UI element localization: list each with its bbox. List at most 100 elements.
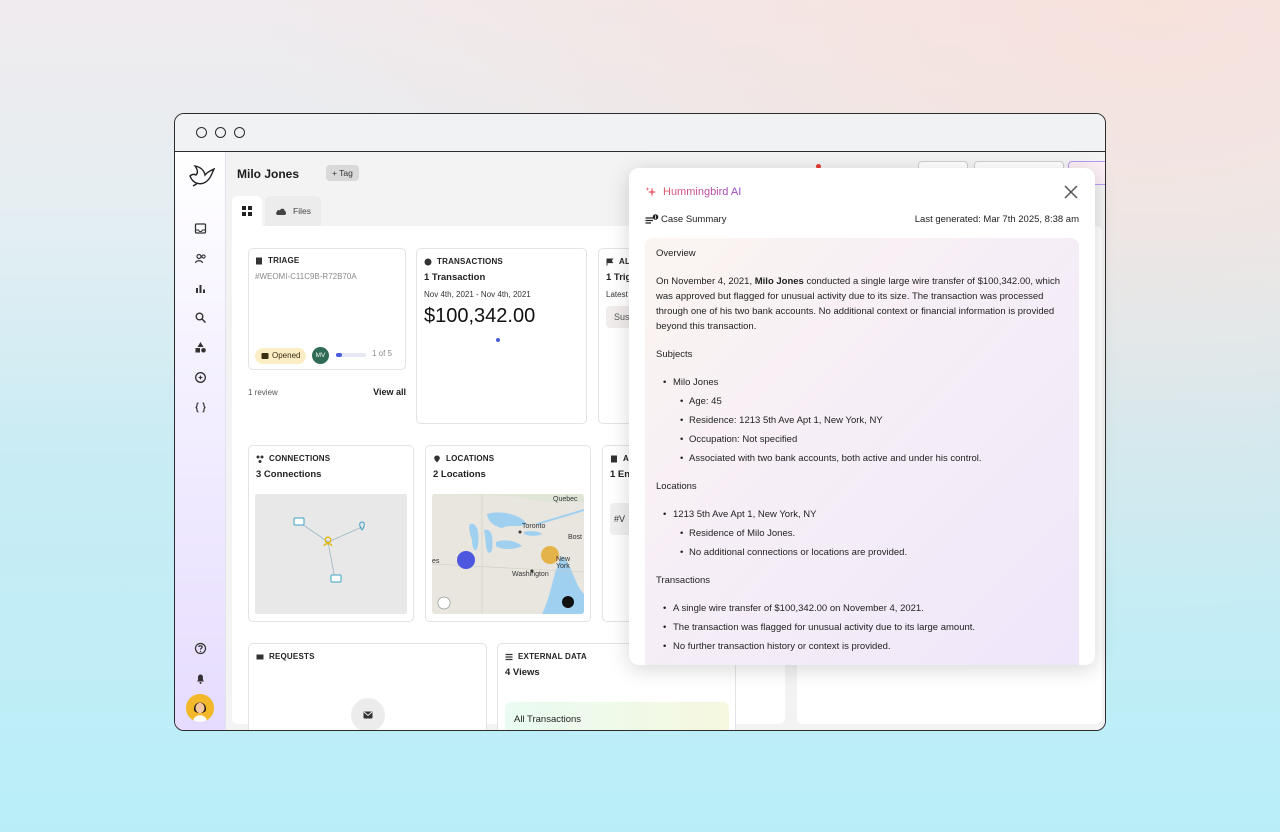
view-all-transactions[interactable]: All Transactions [505, 702, 729, 730]
tab-files-label: Files [293, 206, 311, 216]
trigger-count: 1 Trig [606, 272, 632, 283]
network-icon [256, 455, 264, 463]
connection-graph[interactable] [255, 494, 407, 614]
external-data-title: EXTERNAL DATA [518, 652, 587, 661]
summary-content: Overview On November 4, 2021, Milo Jones… [645, 238, 1079, 665]
inbox-icon[interactable] [192, 220, 208, 236]
locations-card[interactable]: LOCATIONS 2 Locations Quebec Toronto Bos… [425, 445, 591, 622]
subject-detail: Associated with two bank accounts, both … [656, 451, 1068, 466]
transactions-header: TRANSACTIONS [424, 257, 503, 266]
ai-summary-panel: Hummingbird AI Case Summary Last generat… [629, 168, 1095, 665]
map-label-quebec: Quebec [553, 496, 578, 503]
overview-paragraph: On November 4, 2021, Milo Jones conducte… [656, 274, 1068, 334]
cloud-icon [276, 208, 287, 215]
transactions-heading: Transactions [656, 575, 711, 586]
subjects-heading: Subjects [656, 349, 693, 360]
locations-title: LOCATIONS [446, 454, 495, 463]
overview-heading: Overview [656, 248, 696, 259]
ai-panel-title: Hummingbird AI [663, 186, 742, 198]
locations-list: 1213 5th Ave Apt 1, New York, NY Residen… [656, 507, 1068, 560]
analytics-icon[interactable] [192, 280, 208, 296]
pin-icon [434, 455, 440, 462]
case-id: #WEOMI-C11C9B-R72B70A [255, 272, 357, 281]
triage-card[interactable]: TRIAGE #WEOMI-C11C9B-R72B70A Opened MV 1… [248, 248, 406, 397]
grid-icon [242, 206, 252, 216]
connection-count: 3 Connections [256, 469, 322, 480]
sidebar [175, 152, 226, 730]
requests-card[interactable]: REQUESTS [248, 643, 487, 730]
hummingbird-logo-icon[interactable] [187, 164, 216, 190]
code-braces-icon[interactable] [192, 399, 208, 415]
add-tag-button[interactable]: + Tag [326, 165, 359, 181]
case-summary-label-group: Case Summary [645, 214, 726, 225]
connections-header: CONNECTIONS [256, 454, 330, 463]
tab-overview[interactable] [232, 196, 262, 226]
inbox-icon [261, 353, 269, 359]
tab-files[interactable]: Files [265, 196, 321, 226]
view-all-link[interactable]: View all [373, 387, 406, 397]
progress-fill [336, 353, 342, 357]
transaction-count: 1 Transaction [424, 272, 486, 283]
users-icon[interactable] [192, 250, 208, 266]
external-data-header: EXTERNAL DATA [505, 652, 587, 661]
entities-header: A [610, 454, 629, 463]
connections-card[interactable]: CONNECTIONS 3 Connections [248, 445, 414, 622]
page-title: Milo Jones [237, 167, 300, 181]
location-name: 1213 5th Ave Apt 1, New York, NY [656, 507, 1068, 522]
locations-header: LOCATIONS [433, 454, 494, 463]
transaction-item: A single wire transfer of $100,342.00 on… [656, 601, 1068, 616]
window-control-dot[interactable] [215, 127, 226, 138]
flag-icon [606, 258, 614, 265]
map-label-new-york: New York [556, 556, 571, 570]
progress-text: 1 of 5 [372, 349, 393, 358]
case-summary-row: Case Summary Last generated: Mar 7th 202… [645, 214, 1079, 225]
window-titlebar [175, 114, 1105, 152]
coin-icon [424, 258, 432, 265]
map-label-west: es [432, 558, 440, 565]
location-map[interactable]: Quebec Toronto Bost New York Washington … [432, 494, 584, 614]
transaction-item: No further transaction history or contex… [656, 639, 1068, 654]
subject-detail: Residence: 1213 5th Ave Apt 1, New York,… [656, 413, 1068, 428]
alerts-header: AL [606, 257, 630, 266]
overview-text: On November 4, 2021, [656, 276, 755, 287]
status-badge[interactable]: Opened [255, 348, 307, 364]
search-icon[interactable] [192, 309, 208, 325]
overview-subject-name: Milo Jones [754, 276, 804, 287]
carousel-dot[interactable] [496, 338, 500, 342]
ai-agent-icon[interactable] [192, 369, 208, 385]
transactions-title: TRANSACTIONS [437, 257, 503, 266]
views-count: 4 Views [505, 667, 540, 678]
summary-list-icon [645, 214, 659, 224]
avatar[interactable] [186, 694, 214, 722]
location-count: 2 Locations [433, 469, 486, 480]
shapes-icon[interactable] [192, 339, 208, 355]
review-count: 1 review [248, 388, 278, 397]
subject-detail: Age: 45 [656, 394, 1068, 409]
add-request-button[interactable] [351, 698, 385, 730]
transaction-item: The transaction was flagged for unusual … [656, 620, 1068, 635]
window-control-dot[interactable] [234, 127, 245, 138]
location-detail: No additional connections or locations a… [656, 545, 1068, 560]
map-label-boston: Bost [568, 534, 583, 541]
connections-title: CONNECTIONS [269, 454, 331, 463]
triage-progress [336, 353, 366, 357]
requests-title: REQUESTS [269, 652, 315, 661]
requests-header: REQUESTS [256, 652, 315, 661]
transactions-card[interactable]: TRANSACTIONS 1 Transaction Nov 4th, 2021… [416, 248, 587, 424]
locations-heading: Locations [656, 481, 697, 492]
close-icon[interactable] [1063, 184, 1079, 200]
subject-name: Milo Jones [656, 375, 1068, 390]
mail-icon [363, 711, 373, 719]
list-icon [505, 653, 513, 660]
transactions-list: A single wire transfer of $100,342.00 on… [656, 601, 1068, 654]
case-summary-label: Case Summary [661, 214, 727, 225]
help-icon[interactable] [192, 640, 208, 656]
assignee-avatar[interactable]: MV [312, 347, 329, 364]
triage-header: TRIAGE [255, 256, 299, 265]
bell-icon[interactable] [192, 670, 208, 686]
subject-detail: Occupation: Not specified [656, 432, 1068, 447]
triage-title: TRIAGE [268, 256, 300, 265]
latest-label: Latest [606, 290, 628, 299]
window-control-dot[interactable] [196, 127, 207, 138]
entity-icon [611, 455, 617, 462]
